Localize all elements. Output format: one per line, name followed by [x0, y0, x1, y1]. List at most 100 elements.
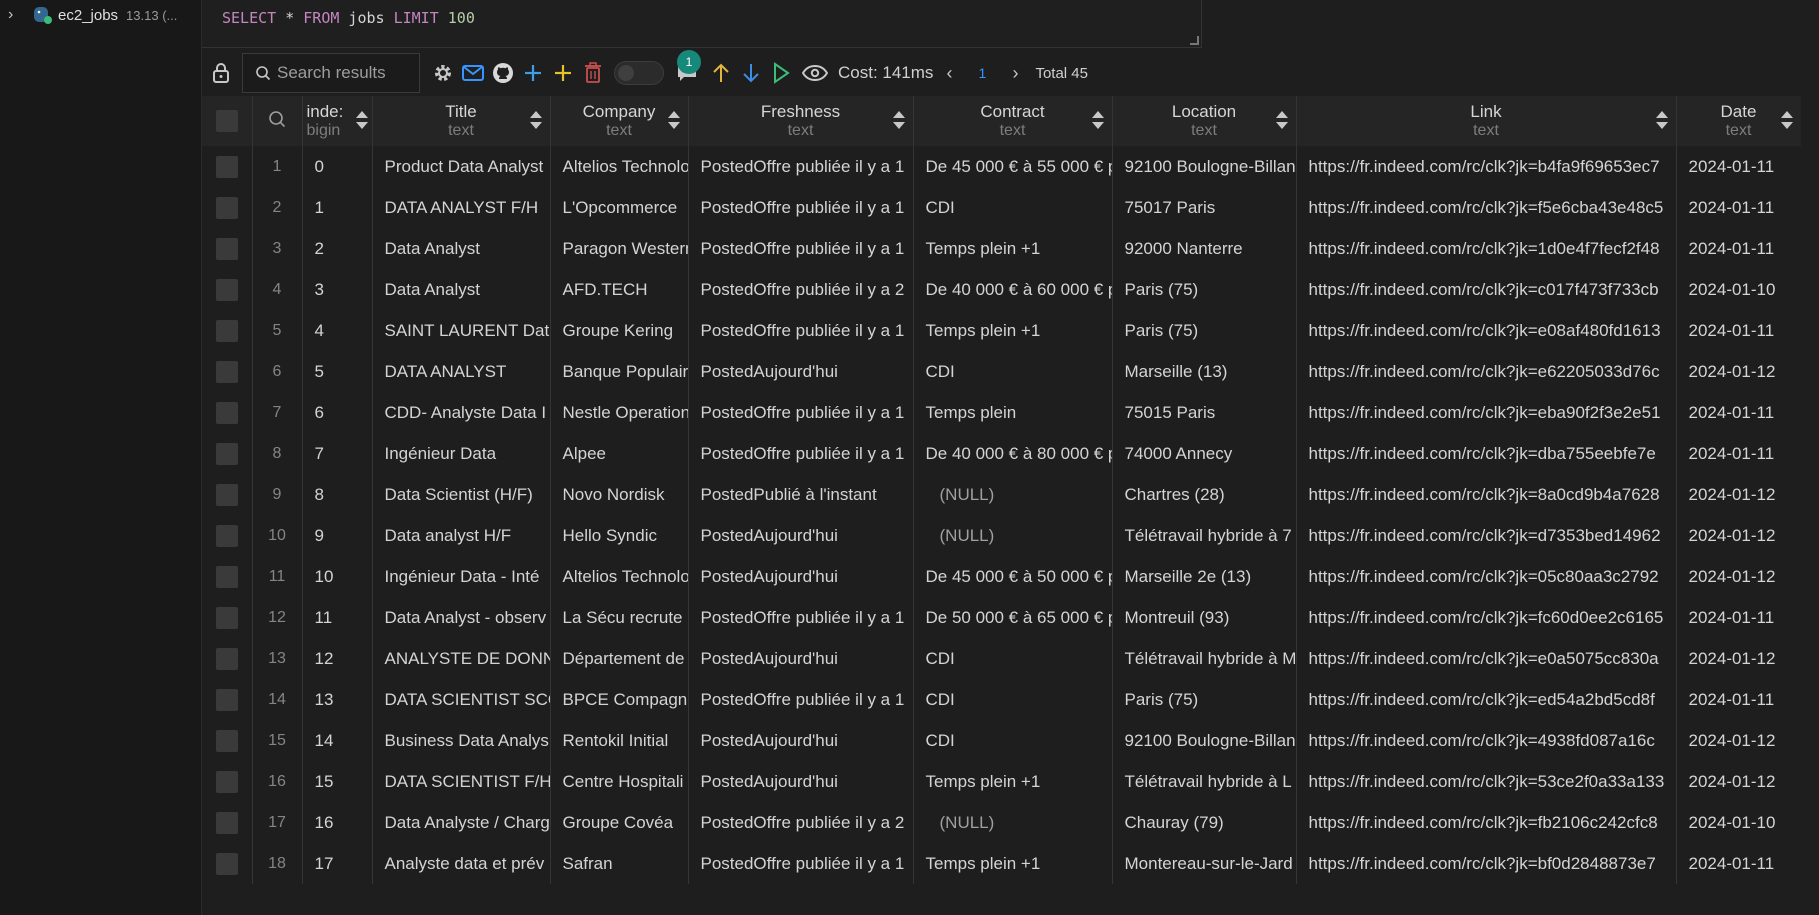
link-cell[interactable]: https://fr.indeed.com/rc/clk?jk=e6220503… [1296, 351, 1677, 392]
date-cell[interactable]: 2024-01-10 [1676, 802, 1801, 843]
contract-cell[interactable]: CDI [913, 638, 1113, 679]
company-cell[interactable]: Rentokil Initial [550, 720, 689, 761]
row-checkbox[interactable] [202, 146, 253, 187]
add-icon[interactable] [518, 59, 548, 87]
date-cell[interactable]: 2024-01-11 [1676, 310, 1801, 351]
index-cell[interactable]: 10 [302, 556, 373, 597]
contract-cell[interactable]: CDI [913, 187, 1113, 228]
location-cell[interactable]: Télétravail hybride à M [1112, 638, 1297, 679]
contract-cell[interactable]: Temps plein +1 [913, 228, 1113, 269]
freshness-cell[interactable]: PostedAujourd'hui [688, 515, 914, 556]
table-row[interactable]: 3 2 Data Analyst Paragon Western PostedOffre… [202, 228, 1801, 269]
freshness-cell[interactable]: PostedOffre publiée il y a 1 [688, 392, 914, 433]
contract-cell[interactable]: Temps plein +1 [913, 761, 1113, 802]
column-header-index[interactable]: inde: bigin [302, 96, 373, 146]
toggle-switch[interactable] [614, 61, 664, 85]
freshness-cell[interactable]: PostedOffre publiée il y a 2 [688, 802, 914, 843]
tree-node-connection[interactable]: › ec2_jobs 13.13 (... [8, 4, 177, 26]
row-checkbox[interactable] [202, 433, 253, 474]
page-number[interactable]: 1 [965, 65, 999, 81]
location-cell[interactable]: Télétravail hybride à L [1112, 761, 1297, 802]
row-checkbox[interactable] [202, 310, 253, 351]
table-row[interactable]: 16 15 DATA SCIENTIST F/H Centre Hospitali Po… [202, 761, 1801, 802]
column-header-freshness[interactable]: Freshness text [688, 96, 914, 146]
table-row[interactable]: 17 16 Data Analyste / Charg Groupe Covéa Pos… [202, 802, 1801, 843]
contract-cell[interactable]: De 50 000 € à 65 000 € p [913, 597, 1113, 638]
title-cell[interactable]: DATA ANALYST F/H [372, 187, 551, 228]
location-cell[interactable]: Chauray (79) [1112, 802, 1297, 843]
link-cell[interactable]: https://fr.indeed.com/rc/clk?jk=b4fa9f69… [1296, 146, 1677, 187]
mail-icon[interactable] [458, 59, 488, 87]
link-cell[interactable]: https://fr.indeed.com/rc/clk?jk=e0a5075c… [1296, 638, 1677, 679]
company-cell[interactable]: Paragon Western [550, 228, 689, 269]
sql-editor[interactable]: SELECT * FROM jobs LIMIT 100 [202, 0, 1202, 48]
index-cell[interactable]: 4 [302, 310, 373, 351]
company-cell[interactable]: Altelios Technolo [550, 146, 689, 187]
freshness-cell[interactable]: PostedOffre publiée il y a 1 [688, 597, 914, 638]
chevron-right-icon[interactable]: › [8, 6, 24, 24]
freshness-cell[interactable]: PostedAujourd'hui [688, 556, 914, 597]
column-header-date[interactable]: Date text [1676, 96, 1801, 146]
location-cell[interactable]: 75017 Paris [1112, 187, 1297, 228]
title-cell[interactable]: Data Scientist (H/F) [372, 474, 551, 515]
sort-icon[interactable] [1091, 111, 1104, 131]
location-cell[interactable]: Montreuil (93) [1112, 597, 1297, 638]
contract-cell[interactable]: De 45 000 € à 55 000 € p [913, 146, 1113, 187]
link-cell[interactable]: https://fr.indeed.com/rc/clk?jk=fc60d0ee… [1296, 597, 1677, 638]
row-checkbox[interactable] [202, 515, 253, 556]
link-cell[interactable]: https://fr.indeed.com/rc/clk?jk=bf0d2848… [1296, 843, 1677, 884]
settings-gear-icon[interactable] [428, 59, 458, 87]
date-cell[interactable]: 2024-01-12 [1676, 556, 1801, 597]
table-row[interactable]: 14 13 DATA SCIENTIST SCO BPCE Compagni Poste… [202, 679, 1801, 720]
index-cell[interactable]: 7 [302, 433, 373, 474]
row-checkbox[interactable] [202, 392, 253, 433]
location-cell[interactable]: Marseille (13) [1112, 351, 1297, 392]
add-row-icon[interactable] [548, 59, 578, 87]
freshness-cell[interactable]: PostedOffre publiée il y a 1 [688, 228, 914, 269]
title-cell[interactable]: Ingénieur Data - Inté [372, 556, 551, 597]
row-checkbox[interactable] [202, 351, 253, 392]
row-checkbox[interactable] [202, 556, 253, 597]
title-cell[interactable]: DATA SCIENTIST F/H [372, 761, 551, 802]
next-page-button[interactable]: › [999, 63, 1031, 84]
location-cell[interactable]: Marseille 2e (13) [1112, 556, 1297, 597]
date-cell[interactable]: 2024-01-11 [1676, 392, 1801, 433]
table-row[interactable]: 4 3 Data Analyst AFD.TECH PostedOffre publié… [202, 269, 1801, 310]
freshness-cell[interactable]: PostedAujourd'hui [688, 638, 914, 679]
company-cell[interactable]: L'Opcommerce [550, 187, 689, 228]
company-cell[interactable]: Groupe Kering [550, 310, 689, 351]
date-cell[interactable]: 2024-01-11 [1676, 187, 1801, 228]
freshness-cell[interactable]: PostedAujourd'hui [688, 761, 914, 802]
date-cell[interactable]: 2024-01-12 [1676, 638, 1801, 679]
sort-icon[interactable] [529, 111, 542, 131]
select-all-checkbox[interactable] [202, 96, 253, 146]
resize-grip-icon[interactable] [1190, 36, 1199, 45]
freshness-cell[interactable]: PostedAujourd'hui [688, 720, 914, 761]
table-row[interactable]: 12 11 Data Analyst - observ La Sécu recrute… [202, 597, 1801, 638]
sort-icon[interactable] [667, 111, 680, 131]
company-cell[interactable]: Alpee [550, 433, 689, 474]
contract-cell[interactable]: (NULL) [913, 474, 1113, 515]
title-cell[interactable]: CDD- Analyste Data I [372, 392, 551, 433]
column-header-location[interactable]: Location text [1112, 96, 1297, 146]
link-cell[interactable]: https://fr.indeed.com/rc/clk?jk=e08af480… [1296, 310, 1677, 351]
date-cell[interactable]: 2024-01-12 [1676, 351, 1801, 392]
date-cell[interactable]: 2024-01-11 [1676, 146, 1801, 187]
contract-cell[interactable]: De 40 000 € à 80 000 € p [913, 433, 1113, 474]
index-cell[interactable]: 2 [302, 228, 373, 269]
column-header-title[interactable]: Title text [372, 96, 551, 146]
contract-cell[interactable]: De 40 000 € à 60 000 € p [913, 269, 1113, 310]
contract-cell[interactable]: CDI [913, 720, 1113, 761]
link-cell[interactable]: https://fr.indeed.com/rc/clk?jk=dba755ee… [1296, 433, 1677, 474]
index-cell[interactable]: 5 [302, 351, 373, 392]
company-cell[interactable]: Département de [550, 638, 689, 679]
index-cell[interactable]: 8 [302, 474, 373, 515]
search-input[interactable] [277, 63, 417, 83]
index-cell[interactable]: 11 [302, 597, 373, 638]
company-cell[interactable]: Groupe Covéa [550, 802, 689, 843]
sort-icon[interactable] [892, 111, 905, 131]
location-cell[interactable]: Chartres (28) [1112, 474, 1297, 515]
index-cell[interactable]: 15 [302, 761, 373, 802]
row-checkbox[interactable] [202, 843, 253, 884]
table-row[interactable]: 9 8 Data Scientist (H/F) Novo Nordisk Posted… [202, 474, 1801, 515]
